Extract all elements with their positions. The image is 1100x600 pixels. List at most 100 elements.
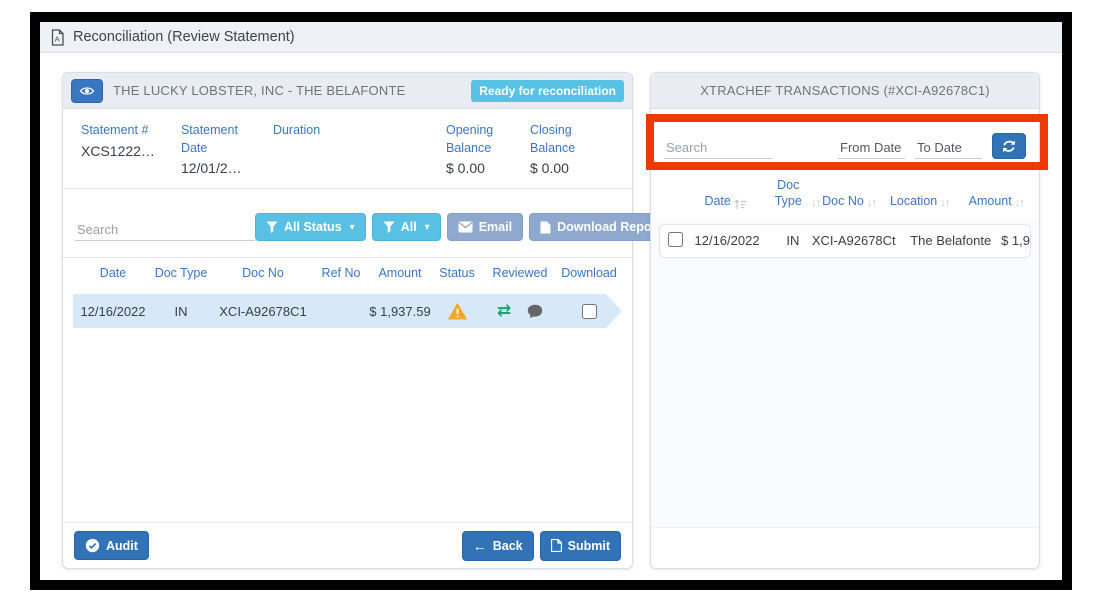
transactions-filters xyxy=(651,109,1039,159)
row-doc-no: XCI-A92678C1 xyxy=(209,304,317,319)
transactions-table-header: Date Doc Type ↓↑ Doc No ↓↑ Location ↓↑ A… xyxy=(651,159,1039,218)
back-button[interactable]: ← Back xyxy=(462,531,534,561)
email-button[interactable]: Email xyxy=(447,213,523,241)
statement-info: Statement # XCS1222… Statement Date 12/0… xyxy=(63,109,632,189)
row-amount: $ 1,9 xyxy=(1001,233,1030,248)
view-statement-button[interactable] xyxy=(71,79,103,103)
duration: Duration xyxy=(273,122,420,176)
transactions-search-input[interactable] xyxy=(664,137,772,159)
statement-number-label: Statement # xyxy=(81,122,155,140)
submit-button[interactable]: Submit xyxy=(540,531,621,561)
opening-balance-label: Opening Balance xyxy=(446,122,504,157)
col-ref-no: Ref No xyxy=(317,266,365,280)
row-date: 12/16/2022 xyxy=(695,233,774,248)
filter-icon xyxy=(383,221,395,234)
footer-actions: ← Back Submit xyxy=(462,531,621,561)
download-checkbox[interactable] xyxy=(582,304,597,319)
col-amount[interactable]: Amount ↓↑ xyxy=(961,193,1031,209)
page-title: Reconciliation (Review Statement) xyxy=(73,29,295,45)
transactions-title: XTRACHEF TRANSACTIONS (#XCI-A92678C1) xyxy=(700,83,990,98)
file-icon xyxy=(540,221,551,234)
from-date-input[interactable] xyxy=(838,137,905,159)
col-location[interactable]: Location ↓↑ xyxy=(878,193,962,209)
email-label: Email xyxy=(479,220,512,234)
xtrachef-transactions-panel: XTRACHEF TRANSACTIONS (#XCI-A92678C1) Da… xyxy=(650,72,1040,569)
eye-icon xyxy=(79,84,95,98)
sort-icon: ↓↑ xyxy=(811,197,820,210)
closing-balance: Closing Balance $ 0.00 xyxy=(530,122,588,176)
closing-balance-label: Closing Balance xyxy=(530,122,588,157)
statement-number: Statement # XCS1222… xyxy=(81,122,155,176)
filter-status-dropdown[interactable]: All Status ▾ xyxy=(255,213,366,241)
transactions-panel-header: XTRACHEF TRANSACTIONS (#XCI-A92678C1) xyxy=(651,73,1039,109)
duration-label: Duration xyxy=(273,122,420,140)
col-doc-no: Doc No xyxy=(209,266,317,280)
row-download xyxy=(561,304,617,319)
statement-date-label: Statement Date xyxy=(181,122,247,157)
transactions-table-body: 12/16/2022 IN XCI-A92678Ct The Belafonte… xyxy=(651,218,1039,528)
file-icon xyxy=(551,539,562,552)
statement-toolbar: All Status ▾ All ▾ Email Download Report xyxy=(63,189,632,241)
row-location: The Belafonte xyxy=(910,233,1001,248)
download-report-label: Download Report xyxy=(557,220,660,234)
warning-icon xyxy=(448,303,467,320)
col-date: Date xyxy=(73,266,153,280)
back-arrow-icon: ← xyxy=(473,538,487,554)
row-doc-no: XCI-A92678Ct xyxy=(812,233,910,248)
closing-balance-value: $ 0.00 xyxy=(530,160,588,176)
row-doc-type: IN xyxy=(774,233,812,248)
refresh-button[interactable] xyxy=(992,133,1026,159)
submit-label: Submit xyxy=(568,539,610,553)
col-doc-type[interactable]: Doc Type ↓↑ xyxy=(768,177,820,210)
sort-amount-icon xyxy=(734,198,747,210)
vendor-location-title: THE LUCKY LOBSTER, INC - THE BELAFONTE xyxy=(113,83,461,98)
statement-table-header: Date Doc Type Doc No Ref No Amount Statu… xyxy=(63,257,632,286)
to-date-input[interactable] xyxy=(915,137,982,159)
statement-date-value: 12/01/2… xyxy=(181,160,247,176)
statement-search-input[interactable] xyxy=(75,219,255,241)
statement-panel: THE LUCKY LOBSTER, INC - THE BELAFONTE R… xyxy=(62,72,633,569)
col-date[interactable]: Date xyxy=(683,193,769,209)
statement-date: Statement Date 12/01/2… xyxy=(181,122,247,176)
statement-panel-header: THE LUCKY LOBSTER, INC - THE BELAFONTE R… xyxy=(63,73,632,109)
filter-icon xyxy=(266,221,278,234)
sort-icon: ↓↑ xyxy=(867,197,876,210)
statement-file-icon: A xyxy=(50,29,65,46)
refresh-icon xyxy=(1001,139,1017,154)
row-reviewed: ⇄ xyxy=(479,301,561,321)
app-header: A Reconciliation (Review Statement) xyxy=(40,22,1062,53)
col-download: Download xyxy=(561,266,617,280)
toolbar-buttons: All Status ▾ All ▾ Email Download Report xyxy=(255,213,672,241)
opening-balance-value: $ 0.00 xyxy=(446,160,504,176)
statement-panel-footer: Audit ← Back Submit xyxy=(63,522,632,568)
status-badge: Ready for reconciliation xyxy=(471,80,624,102)
envelope-icon xyxy=(458,221,473,233)
app-window: A Reconciliation (Review Statement) THE … xyxy=(40,22,1062,580)
col-amount: Amount xyxy=(365,266,435,280)
swap-transaction-icon[interactable]: ⇄ xyxy=(497,301,511,321)
statement-table-row[interactable]: 12/16/2022 IN XCI-A92678C1 $ 1,937.59 ⇄ xyxy=(73,294,622,328)
row-date: 12/16/2022 xyxy=(73,304,153,319)
transaction-row[interactable]: 12/16/2022 IN XCI-A92678Ct The Belafonte… xyxy=(659,224,1031,258)
audit-button[interactable]: Audit xyxy=(74,531,149,560)
col-doc-no[interactable]: Doc No ↓↑ xyxy=(820,193,878,209)
filter-all-label: All xyxy=(401,220,417,234)
row-doc-type: IN xyxy=(153,304,209,319)
comment-icon[interactable] xyxy=(527,304,543,319)
row-amount: $ 1,937.59 xyxy=(365,304,435,319)
chevron-down-icon: ▾ xyxy=(425,222,430,233)
audit-label: Audit xyxy=(106,539,138,553)
row-select xyxy=(668,232,695,250)
transaction-checkbox[interactable] xyxy=(668,232,683,247)
svg-text:A: A xyxy=(55,34,60,43)
check-circle-icon xyxy=(85,538,100,553)
chevron-down-icon: ▾ xyxy=(350,222,355,233)
opening-balance: Opening Balance $ 0.00 xyxy=(446,122,504,176)
row-status[interactable] xyxy=(435,303,479,320)
col-reviewed: Reviewed xyxy=(479,266,561,280)
sort-icon: ↓↑ xyxy=(1015,197,1024,210)
screenshot-frame: A Reconciliation (Review Statement) THE … xyxy=(30,12,1072,590)
col-doc-type: Doc Type xyxy=(153,266,209,280)
filter-all-dropdown[interactable]: All ▾ xyxy=(372,213,441,241)
back-label: Back xyxy=(493,539,523,553)
